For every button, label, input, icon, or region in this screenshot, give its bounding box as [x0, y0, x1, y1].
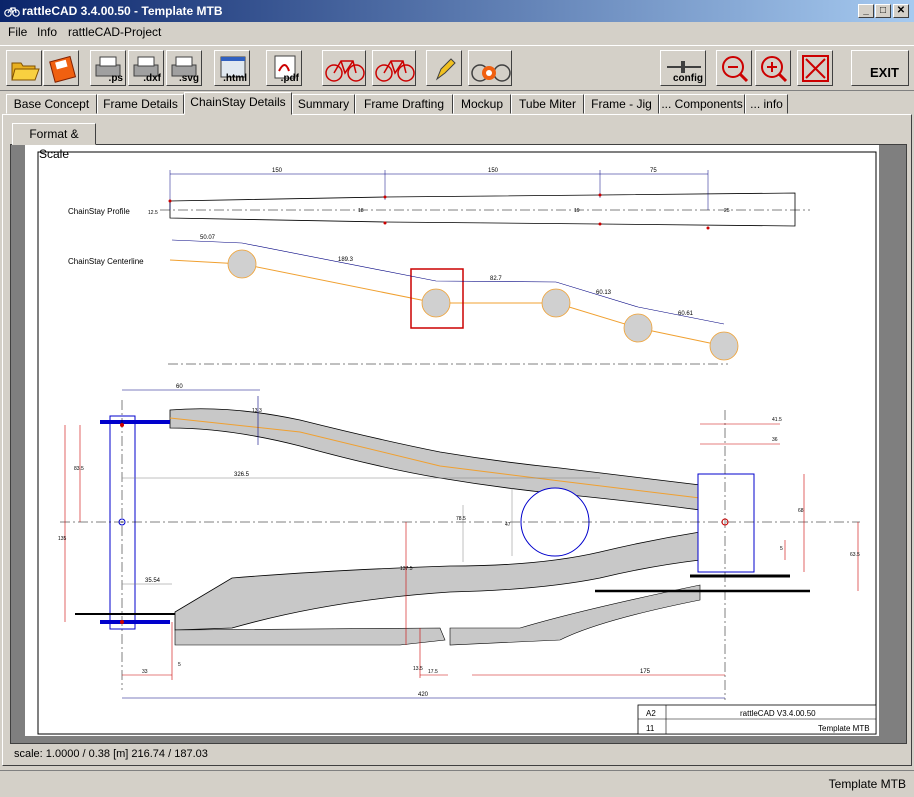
window-title: rattleCAD 3.4.00.50 - Template MTB	[22, 4, 223, 18]
dim-label: 60.61	[678, 311, 694, 317]
tab-tube-miter[interactable]: Tube Miter	[511, 94, 584, 114]
bicycle-app-icon	[4, 7, 20, 17]
bicycle-gear-icon	[471, 64, 511, 82]
export-pdf-button[interactable]: .pdf	[266, 50, 302, 86]
tab-info[interactable]: ... info	[745, 94, 788, 114]
dim-label: 326.5	[234, 472, 250, 478]
dim-label: 150	[488, 168, 499, 174]
application-window: rattleCAD 3.4.00.50 - Template MTB _ □ ✕…	[0, 0, 914, 797]
dim-label: 68	[798, 508, 804, 514]
bike-render-button[interactable]	[468, 50, 512, 86]
title-bar[interactable]: rattleCAD 3.4.00.50 - Template MTB _ □ ✕	[0, 0, 914, 22]
style-button[interactable]	[426, 50, 462, 86]
dim-label: 13.5	[413, 666, 423, 672]
tab-base-concept[interactable]: Base Concept	[6, 94, 97, 114]
dim-label: 5	[178, 662, 181, 668]
profile-label: ChainStay Profile	[68, 207, 130, 216]
bottom-bracket-outline	[697, 473, 755, 573]
config-button[interactable]: config	[660, 50, 706, 86]
svg-text:11: 11	[646, 724, 655, 733]
menu-project[interactable]: rattleCAD-Project	[68, 25, 161, 39]
tab-frame-drafting[interactable]: Frame Drafting	[355, 94, 453, 114]
export-svg-button[interactable]: .svg	[166, 50, 202, 86]
tab-chainstay-details[interactable]: ChainStay Details	[184, 92, 292, 115]
export-ps-button[interactable]: .ps	[90, 50, 126, 86]
menu-file[interactable]: File	[8, 25, 27, 39]
tab-bar: Base Concept Frame Details ChainStay Det…	[0, 92, 914, 115]
svg-text:Template MTB: Template MTB	[818, 724, 870, 733]
dim-label: 5	[780, 546, 783, 552]
centerline-label: ChainStay Centerline	[68, 257, 144, 266]
dim-label: 25	[724, 208, 730, 214]
bike-view-button[interactable]	[322, 50, 366, 86]
dim-label: 63.5	[850, 552, 860, 558]
bicycle-icon	[325, 60, 365, 82]
maximize-button[interactable]: □	[875, 4, 891, 18]
minimize-button[interactable]: _	[858, 4, 874, 18]
status-bar: Template MTB	[0, 770, 914, 797]
svg-text:A2: A2	[646, 709, 656, 718]
tab-format-scale[interactable]: Format & Scale	[12, 123, 96, 161]
zoom-in-button[interactable]	[755, 50, 791, 86]
bike-frame-button[interactable]	[372, 50, 416, 86]
dim-label: 12.5	[148, 210, 158, 216]
tab-frame-details[interactable]: Frame Details	[97, 94, 184, 114]
fit-to-window-icon	[802, 55, 829, 82]
dim-label: 41.5	[772, 417, 782, 423]
dim-label: 13.3	[252, 408, 262, 414]
dim-label: 18	[358, 208, 364, 214]
drawing-sheet[interactable]: ChainStay Profile 150 150 75 12.5 18 19 …	[25, 145, 879, 736]
menu-bar: File Info rattleCAD-Project	[0, 22, 914, 42]
dim-label: 36	[772, 437, 778, 443]
dim-label: 75	[650, 168, 657, 174]
chainstay-profile-shape	[169, 192, 796, 227]
dim-label: 47	[505, 522, 511, 528]
tab-frame-jig[interactable]: Frame - Jig	[584, 94, 659, 114]
dim-label: 150	[272, 168, 283, 174]
exit-button[interactable]: EXIT	[851, 50, 909, 86]
dim-label: 33	[142, 669, 148, 675]
fit-view-button[interactable]	[797, 50, 833, 86]
zoom-out-icon	[722, 56, 749, 83]
dim-label: 137.5	[400, 566, 413, 572]
pencil-icon	[435, 58, 456, 81]
export-html-button[interactable]: .html	[214, 50, 250, 86]
dim-label: 50.07	[200, 235, 216, 241]
zoom-in-icon	[761, 56, 788, 83]
dim-label: 17.5	[428, 669, 438, 675]
dim-label: 60	[176, 384, 183, 390]
status-project-name: Template MTB	[828, 777, 906, 791]
save-button[interactable]	[43, 50, 79, 86]
dim-label: 135	[58, 536, 67, 542]
folder-open-icon	[11, 62, 40, 81]
svg-text:rattleCAD V3.4.00.50: rattleCAD V3.4.00.50	[740, 709, 816, 718]
dim-label: 82.7	[490, 276, 502, 282]
zoom-out-button[interactable]	[716, 50, 752, 86]
toolbar: .ps .dxf .svg .html .pdf config EXIT	[0, 45, 914, 91]
dim-label: 35.54	[145, 578, 161, 584]
dim-label: 78.5	[456, 516, 466, 522]
dim-label: 175	[640, 669, 651, 675]
dim-label: 189.3	[338, 257, 354, 263]
close-button[interactable]: ✕	[893, 4, 909, 18]
title-block: A2 rattleCAD V3.4.00.50 11 Template MTB	[637, 704, 877, 735]
export-dxf-button[interactable]: .dxf	[128, 50, 164, 86]
dim-label: 60.13	[596, 290, 612, 296]
tab-summary[interactable]: Summary	[292, 94, 355, 114]
dim-label: 83.5	[74, 466, 84, 472]
dim-label: 420	[418, 692, 429, 698]
dim-label: 19	[574, 208, 580, 214]
dropout-outline	[109, 415, 136, 630]
open-button[interactable]	[6, 50, 42, 86]
bicycle-icon	[375, 60, 415, 82]
chainstay-top-shape	[169, 408, 701, 511]
tab-mockup[interactable]: Mockup	[453, 94, 511, 114]
save-icon	[49, 55, 77, 83]
tab-components[interactable]: ... Components	[659, 94, 745, 114]
menu-info[interactable]: Info	[37, 25, 57, 39]
scale-readout: scale: 1.0000 / 0.38 [m] 216.74 / 187.03	[14, 748, 208, 760]
